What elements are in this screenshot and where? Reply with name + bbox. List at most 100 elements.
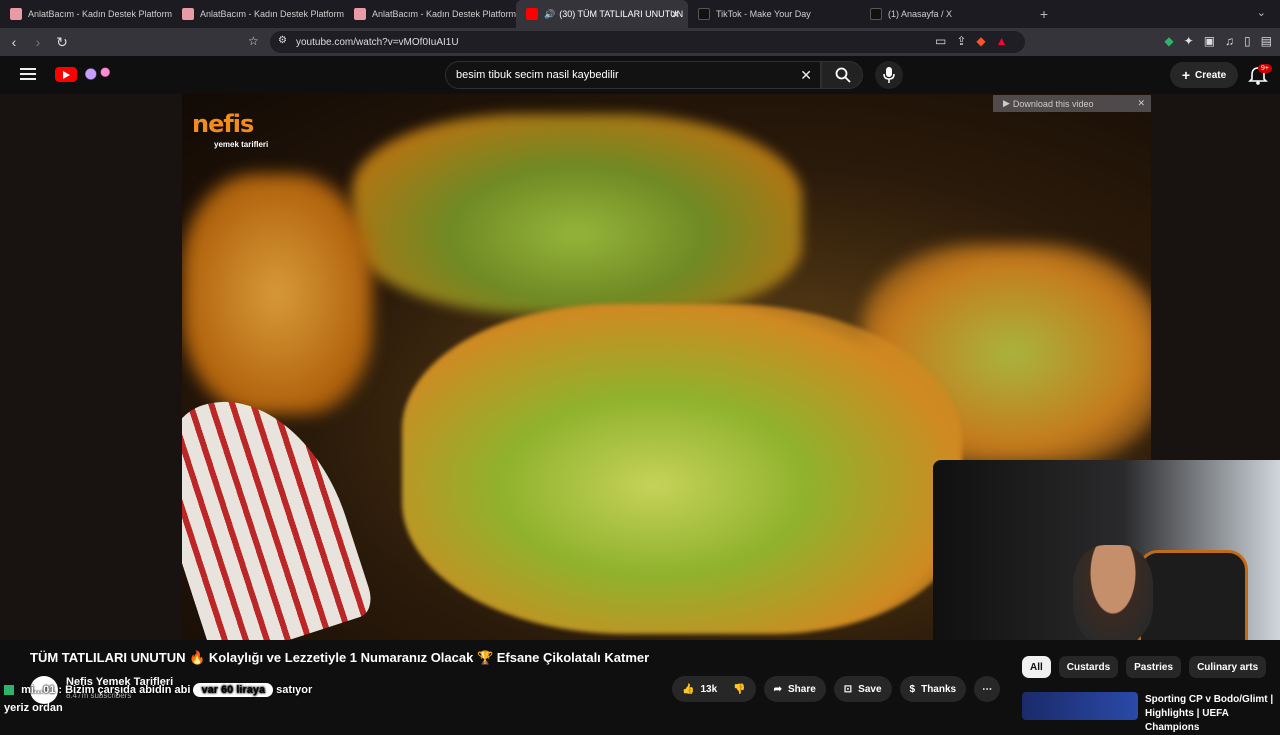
- chat-message: satıyor: [276, 684, 313, 696]
- browser-tab[interactable]: TikTok - Make Your Day: [688, 0, 860, 28]
- chat-user: mi...01: [21, 684, 56, 696]
- video-content: [182, 174, 372, 414]
- browser-tab[interactable]: AnlatBacım - Kadın Destek Platformu: [0, 0, 172, 28]
- tab-title: AnlatBacım - Kadın Destek Platformu: [372, 9, 516, 19]
- reload-icon[interactable]: ↻: [52, 34, 72, 51]
- browser-tabbar: AnlatBacım - Kadın Destek Platformu Anla…: [0, 0, 1280, 28]
- search-icon: [835, 67, 851, 83]
- close-icon[interactable]: ✕: [1137, 98, 1145, 109]
- youtube-header: besim tibuk secim nasil kaybedilir ✕ + C…: [0, 56, 1280, 94]
- video-title: TÜM TATLILARI UNUTUN 🔥 Kolaylığı ve Lezz…: [30, 650, 650, 665]
- browser-tab[interactable]: AnlatBacım - Kadın Destek Platformu: [172, 0, 344, 28]
- new-tab-button[interactable]: +: [1032, 6, 1056, 22]
- create-button[interactable]: + Create: [1170, 62, 1238, 88]
- channel-watermark: nefis: [192, 110, 254, 138]
- favicon-icon: [354, 8, 366, 20]
- browser-tab[interactable]: AnlatBacım - Kadın Destek Platformu: [344, 0, 516, 28]
- tiktok-favicon-icon: [698, 8, 710, 20]
- save-button[interactable]: ⊡ Save: [833, 676, 892, 702]
- x-favicon-icon: [870, 8, 882, 20]
- share-icon: ➦: [773, 683, 782, 695]
- bookmark-icon[interactable]: ☆: [248, 34, 259, 48]
- share-button[interactable]: ➦ Share: [763, 676, 826, 702]
- streamer: [1073, 545, 1153, 640]
- plus-icon: +: [1181, 67, 1191, 83]
- like-count: 13k: [700, 683, 718, 695]
- search-query: besim tibuk secim nasil kaybedilir: [456, 69, 619, 81]
- chip-all[interactable]: All: [1022, 656, 1051, 678]
- chip-custards[interactable]: Custards: [1058, 656, 1119, 678]
- thumbs-down-icon[interactable]: 👎: [733, 684, 745, 695]
- download-video-overlay[interactable]: ▶ Download this video ✕: [993, 95, 1151, 112]
- channel-watermark-sub: yemek tarifleri: [214, 140, 269, 149]
- back-icon[interactable]: ‹: [4, 34, 24, 50]
- search-button[interactable]: [821, 61, 863, 89]
- webcam-overlay: [933, 460, 1280, 640]
- chat-overlay: mi...01 : Bizim çarşıda abidin abi var 6…: [4, 683, 312, 697]
- browser-tab[interactable]: (1) Anasayfa / X: [860, 0, 1032, 28]
- screenshot-icon[interactable]: ▣: [1204, 34, 1215, 48]
- thanks-label: Thanks: [921, 683, 957, 695]
- gaming-chair: [1138, 550, 1248, 640]
- speaker-icon: 🔊: [544, 8, 556, 19]
- cast-icon[interactable]: ▭: [935, 34, 946, 48]
- clear-search-icon[interactable]: ✕: [800, 67, 812, 84]
- video-content: [352, 114, 802, 314]
- create-label: Create: [1195, 69, 1227, 81]
- extension-icon[interactable]: ◆: [1164, 34, 1173, 48]
- tab-title: AnlatBacım - Kadın Destek Platformu: [28, 9, 172, 19]
- rewards-icon[interactable]: ▲: [996, 34, 1008, 48]
- thanks-button[interactable]: $ Thanks: [899, 676, 967, 702]
- address-bar[interactable]: ⚙ youtube.com/watch?v=vMOf0IuAI1U: [270, 31, 1025, 53]
- youtube-logo[interactable]: [55, 67, 77, 82]
- brave-shield-icon[interactable]: ◆: [976, 34, 985, 48]
- site-info-icon[interactable]: ⚙: [278, 35, 287, 46]
- close-tab-icon[interactable]: ✕: [671, 8, 680, 21]
- puzzle-icon[interactable]: ✦: [1184, 34, 1194, 48]
- share-label: Share: [787, 683, 816, 695]
- tab-list-icon[interactable]: ⌄: [1257, 6, 1266, 19]
- more-icon: ⋯: [982, 683, 993, 695]
- chat-message-line: yeriz ordan: [4, 702, 63, 714]
- thumbs-up-icon: 👍: [682, 683, 695, 695]
- browser-navbar: ‹ › ↻ ☆ ⚙ youtube.com/watch?v=vMOf0IuAI1…: [0, 28, 1280, 56]
- video-actions: 👍 13k 👎 ➦ Share ⊡ Save $ Thanks ⋯: [672, 676, 1001, 702]
- voice-search-button[interactable]: [875, 61, 903, 89]
- bookmark-icon: ⊡: [843, 683, 853, 695]
- sidebar-icon[interactable]: ▯: [1244, 34, 1251, 48]
- more-actions-button[interactable]: ⋯: [974, 676, 1001, 702]
- play-icon: ▶: [1003, 98, 1010, 108]
- save-label: Save: [858, 683, 882, 695]
- tab-title: TikTok - Make Your Day: [716, 9, 811, 19]
- video-player[interactable]: nefis yemek tarifleri ▶ Download this vi…: [0, 94, 1280, 640]
- doodle-icon[interactable]: [80, 65, 116, 83]
- mic-icon: [883, 67, 895, 83]
- chip-pastries[interactable]: Pastries: [1126, 656, 1182, 678]
- browser-tab-active[interactable]: 🔊 (30) TÜM TATLILARI UNUTUN ✕: [516, 0, 688, 28]
- wallet-icon[interactable]: ▤: [1261, 34, 1272, 48]
- music-icon[interactable]: ♫: [1225, 34, 1234, 48]
- menu-icon[interactable]: [20, 68, 36, 80]
- tab-title: AnlatBacım - Kadın Destek Platformu: [200, 9, 344, 19]
- like-button[interactable]: 👍 13k 👎: [672, 676, 756, 702]
- share-page-icon[interactable]: ⇪: [956, 34, 966, 48]
- favicon-icon: [10, 8, 22, 20]
- favicon-icon: [182, 8, 194, 20]
- toolbar-right: ◆ ✦ ▣ ♫ ▯ ▤: [1164, 34, 1272, 48]
- chip-culinary-arts[interactable]: Culinary arts: [1189, 656, 1267, 678]
- recommendation-chips: All Custards Pastries Culinary arts: [1022, 656, 1267, 678]
- tab-title: (30) TÜM TATLILARI UNUTUN: [559, 9, 684, 19]
- recommended-title[interactable]: Sporting CP v Bodo/Glimt | Highlights | …: [1145, 693, 1280, 735]
- chat-badge-icon: [4, 685, 14, 696]
- search-input[interactable]: besim tibuk secim nasil kaybedilir ✕: [445, 61, 821, 89]
- thanks-icon: $: [909, 683, 916, 695]
- extension-area: ▭ ⇪ ◆ ▲: [935, 34, 1008, 48]
- url-text: youtube.com/watch?v=vMOf0IuAI1U: [296, 36, 459, 48]
- download-label: Download this video: [1012, 98, 1094, 109]
- youtube-favicon-icon: [526, 8, 538, 20]
- notifications-badge: 9+: [1258, 64, 1272, 73]
- recommended-thumbnail[interactable]: [1022, 692, 1138, 720]
- chat-message: : Bizim çarşıda abidin abi: [58, 684, 191, 696]
- forward-icon[interactable]: ›: [28, 34, 48, 50]
- tab-title: (1) Anasayfa / X: [888, 9, 953, 19]
